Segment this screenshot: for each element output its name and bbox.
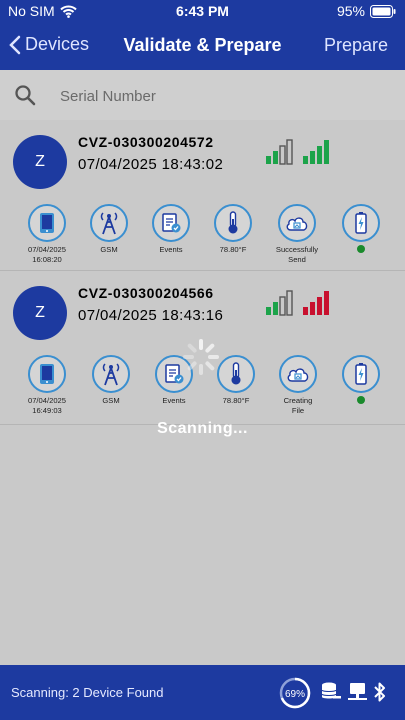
device-serial: CVZ-030300204572 [78, 134, 214, 150]
device-datetime: 07/04/2025 18:43:16 [78, 307, 224, 324]
action-label: Successfully [275, 245, 319, 254]
scan-progress-ring: 69% [279, 677, 311, 709]
action-label: 07/04/2025 [27, 396, 66, 405]
battery-status-dot [357, 245, 365, 253]
battery-icon [370, 4, 396, 18]
action-label: Events [159, 245, 183, 254]
nav-bar: Devices Validate & Prepare Prepare [0, 22, 405, 70]
signal-strength-icon [266, 290, 293, 316]
action-label: GSM [100, 245, 118, 254]
upload-status-action[interactable]: Creating File [268, 355, 328, 416]
battery-action[interactable] [331, 204, 391, 253]
signal-strength-icon [303, 140, 329, 164]
action-label: 78.80°F [222, 396, 250, 405]
scan-progress-label: 69% [285, 689, 305, 700]
network-computer-icon[interactable] [347, 681, 369, 703]
thermometer-icon [228, 211, 238, 234]
action-label: 16:49:03 [32, 406, 62, 415]
scanning-overlay-label: Scanning... [157, 420, 248, 437]
battery-charging-icon [355, 363, 367, 385]
cell-tower-icon [102, 363, 120, 386]
loading-spinner-icon [183, 339, 219, 375]
events-document-icon [162, 213, 181, 233]
scan-status-text: Scanning: 2 Device Found [11, 685, 164, 700]
battery-info: 95% [337, 3, 396, 19]
battery-status-dot [357, 396, 365, 404]
cloud-file-icon [286, 217, 308, 231]
action-label: 16:08:20 [32, 255, 62, 264]
footer-bar: Scanning: 2 Device Found 69% [0, 665, 405, 720]
device-card[interactable]: Z CVZ-030300204572 07/04/2025 18:43:02 0… [0, 120, 405, 271]
signal-strength-icon [303, 291, 329, 315]
avatar: Z [13, 286, 67, 340]
last-sync-action[interactable]: 07/04/2025 16:49:03 [17, 355, 77, 416]
battery-charging-icon [355, 212, 367, 234]
action-label: Events [162, 396, 186, 405]
gsm-action[interactable]: GSM [81, 355, 141, 406]
signal-strength-icon [266, 139, 293, 165]
chevron-left-icon [9, 35, 21, 54]
device-actions: 07/04/2025 16:08:20 GSM Events 78.80°F S… [0, 204, 405, 264]
device-datetime: 07/04/2025 18:43:02 [78, 156, 224, 173]
last-sync-action[interactable]: 07/04/2025 16:08:20 [17, 204, 77, 265]
action-label: Creating [283, 396, 313, 405]
cell-tower-icon [100, 212, 118, 235]
upload-status-action[interactable]: Successfully Send [267, 204, 327, 265]
action-label: File [291, 406, 305, 415]
search-bar [0, 70, 405, 120]
device-serial: CVZ-030300204566 [78, 285, 214, 301]
phone-icon [40, 364, 54, 384]
thermometer-icon [231, 362, 241, 385]
back-label: Devices [25, 34, 90, 54]
search-icon [15, 85, 36, 106]
action-label: 07/04/2025 [27, 245, 66, 254]
temperature-action[interactable]: 78.80°F [203, 204, 263, 255]
device-list: Z CVZ-030300204572 07/04/2025 18:43:02 0… [0, 120, 405, 425]
gsm-action[interactable]: GSM [79, 204, 139, 255]
action-label: 78.80°F [219, 245, 247, 254]
back-button[interactable]: Devices [8, 34, 89, 55]
prepare-button[interactable]: Prepare [324, 35, 388, 56]
phone-icon [40, 213, 54, 233]
battery-percent: 95% [336, 3, 365, 19]
bluetooth-icon[interactable] [373, 681, 387, 703]
cloud-file-icon [287, 368, 309, 382]
action-label: GSM [102, 396, 120, 405]
action-label: Send [288, 255, 306, 264]
database-icon[interactable] [320, 681, 342, 703]
serial-number-search-input[interactable] [58, 84, 382, 108]
battery-action[interactable] [331, 355, 391, 404]
events-action[interactable]: Events [141, 204, 201, 255]
status-bar: No SIM 6:43 PM 95% [0, 0, 405, 22]
avatar: Z [13, 135, 67, 189]
